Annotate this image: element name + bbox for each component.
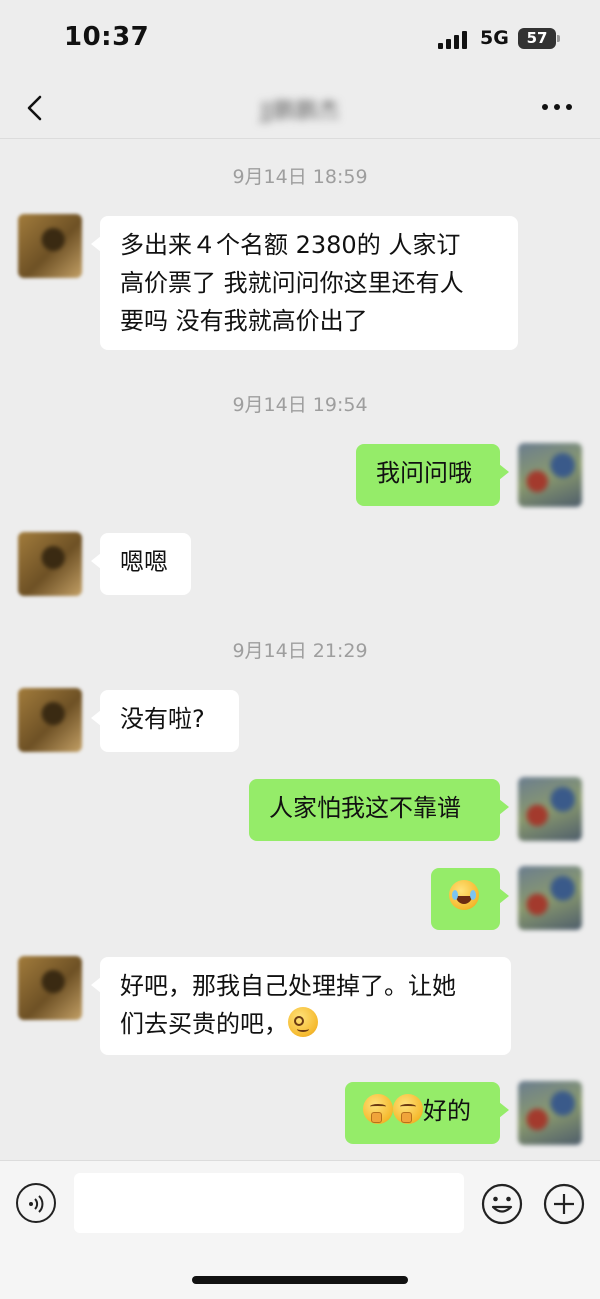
my-avatar[interactable]	[518, 866, 582, 930]
message-bubble[interactable]: 好的	[345, 1082, 509, 1144]
network-type: 5G	[480, 27, 509, 49]
my-avatar[interactable]	[518, 443, 582, 507]
message-text: 好的	[423, 1097, 471, 1125]
smiley-icon	[481, 1183, 523, 1225]
more-options-button[interactable]	[538, 92, 578, 122]
voice-icon	[29, 1195, 44, 1213]
message-bubble[interactable]: 嗯嗯	[91, 533, 191, 595]
message-text: 我问问哦	[376, 459, 472, 487]
message-text: 们去买贵的吧，	[120, 1010, 288, 1038]
message-bubble[interactable]: 人家怕我这不靠谱	[249, 779, 509, 841]
chat-header: JJ鹏鹏杰	[0, 80, 600, 139]
message-timestamp: 9月14日 19:54	[232, 394, 368, 416]
thinking-emoji-icon	[393, 1094, 423, 1124]
message-line: 好吧，那我自己处理掉了。让她	[120, 972, 456, 1000]
battery-level: 57	[526, 29, 548, 47]
plus-icon	[543, 1183, 585, 1225]
message-text: 嗯嗯	[120, 548, 168, 576]
message-line: 多出来４个名额 2380的 人家订	[120, 231, 461, 259]
message-line: 们去买贵的吧，	[120, 1005, 491, 1043]
message-timestamp: 9月14日 18:59	[232, 166, 368, 188]
message-bubble[interactable]: 好吧，那我自己处理掉了。让她 们去买贵的吧，	[91, 957, 511, 1055]
status-time: 10:37	[64, 22, 150, 52]
message-line: 高价票了 我就问问你这里还有人	[120, 269, 464, 297]
home-indicator[interactable]	[192, 1276, 408, 1284]
friend-avatar[interactable]	[18, 532, 82, 596]
voice-input-button[interactable]	[16, 1183, 56, 1223]
message-bubble[interactable]: 没有啦?	[91, 690, 239, 752]
my-avatar[interactable]	[518, 1081, 582, 1145]
friend-avatar[interactable]	[18, 214, 82, 278]
message-bubble[interactable]	[431, 868, 509, 930]
more-icon	[542, 104, 572, 110]
friend-avatar[interactable]	[18, 956, 82, 1020]
message-bubble[interactable]: 我问问哦	[356, 444, 509, 506]
message-line: 要吗 没有我就高价出了	[120, 307, 368, 335]
laugh-cry-emoji-icon	[449, 880, 479, 910]
message-bubble[interactable]: 多出来４个名额 2380的 人家订 高价票了 我就问问你这里还有人 要吗 没有我…	[91, 216, 518, 350]
more-functions-button[interactable]	[543, 1183, 585, 1225]
status-bar: 10:37 5G 57	[0, 0, 600, 80]
battery-icon: 57	[518, 28, 560, 49]
emoji-button[interactable]	[481, 1183, 523, 1225]
friend-avatar[interactable]	[18, 688, 82, 752]
message-text: 没有啦?	[120, 705, 205, 733]
signal-icon	[438, 31, 470, 49]
message-text: 人家怕我这不靠谱	[269, 794, 461, 822]
thinking-emoji-icon	[363, 1094, 393, 1124]
chat-title: JJ鹏鹏杰	[260, 99, 340, 124]
message-timestamp: 9月14日 21:29	[232, 640, 368, 662]
awkward-smile-emoji-icon	[288, 1007, 318, 1037]
my-avatar[interactable]	[518, 777, 582, 841]
message-input[interactable]	[74, 1173, 464, 1233]
